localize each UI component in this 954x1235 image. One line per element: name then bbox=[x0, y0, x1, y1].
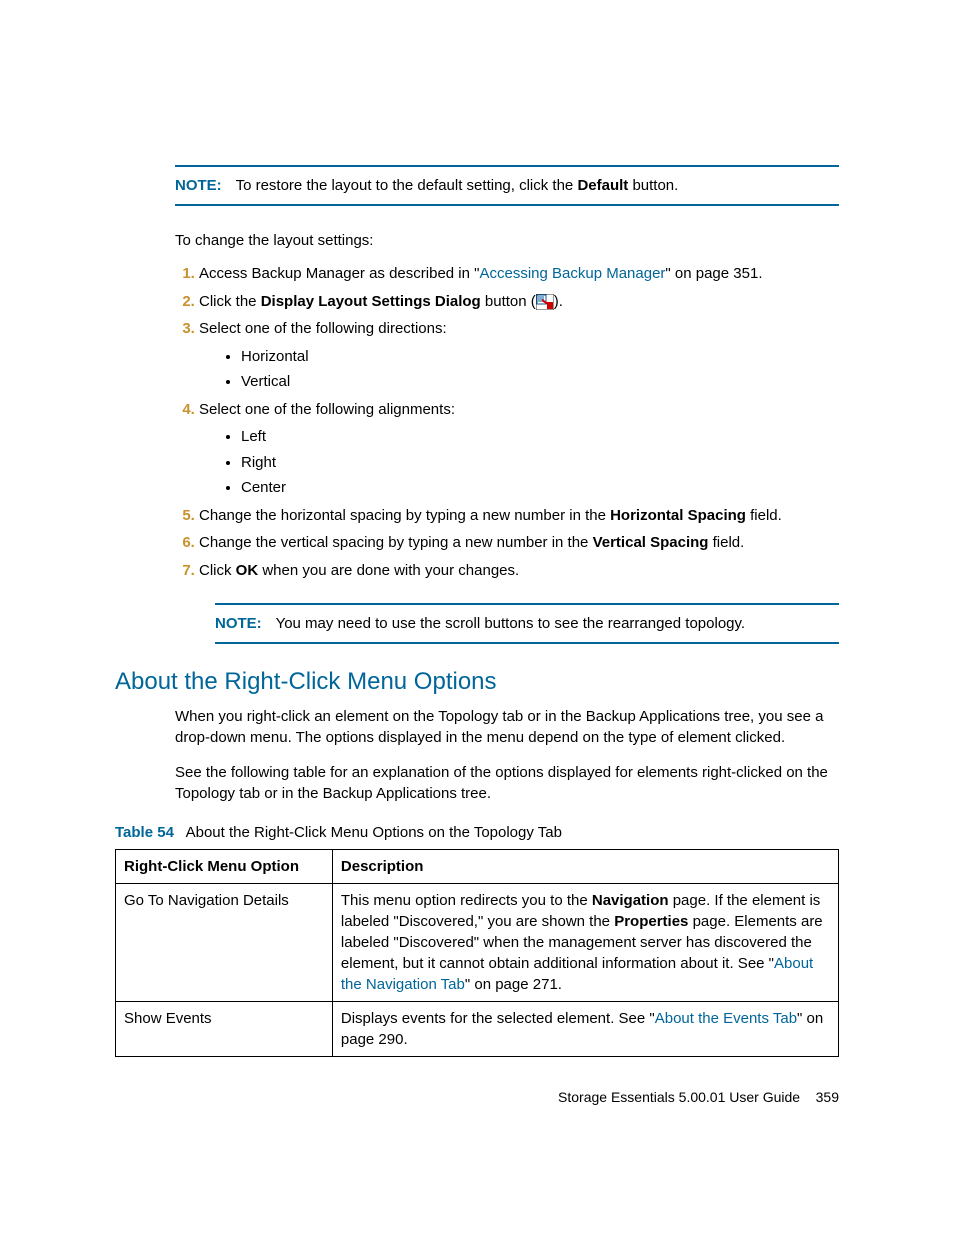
table-caption-label: Table 54 bbox=[115, 824, 174, 841]
table-caption-text: About the Right-Click Menu Options on th… bbox=[186, 824, 562, 841]
desc-bold: Navigation bbox=[592, 892, 669, 909]
footer-text: Storage Essentials 5.00.01 User Guide bbox=[558, 1089, 800, 1105]
step-3: Select one of the following directions: … bbox=[199, 316, 839, 395]
step-bold: Horizontal Spacing bbox=[610, 507, 746, 524]
step-text: ). bbox=[554, 293, 563, 310]
step-7: Click OK when you are done with your cha… bbox=[199, 558, 839, 584]
step-bold: OK bbox=[236, 562, 259, 579]
table-header-row: Right-Click Menu Option Description bbox=[116, 850, 839, 884]
document-page: NOTE: To restore the layout to the defau… bbox=[0, 0, 954, 1235]
bullet-list: Left Right Center bbox=[223, 424, 839, 501]
section-heading: About the Right-Click Menu Options bbox=[115, 668, 839, 696]
table-header-option: Right-Click Menu Option bbox=[116, 850, 333, 884]
step-text: Select one of the following directions: bbox=[199, 320, 447, 337]
table-cell-option: Show Events bbox=[116, 1002, 333, 1057]
link-about-events-tab[interactable]: About the Events Tab bbox=[655, 1010, 797, 1027]
step-text: Change the horizontal spacing by typing … bbox=[199, 507, 610, 524]
desc-bold: Properties bbox=[614, 913, 688, 930]
intro-text: To change the layout settings: bbox=[175, 230, 839, 251]
step-text: Click bbox=[199, 562, 236, 579]
note-label: NOTE: bbox=[175, 177, 222, 194]
table-cell-description: Displays events for the selected element… bbox=[332, 1002, 838, 1057]
page-number: 359 bbox=[816, 1089, 839, 1105]
step-text: field. bbox=[708, 534, 744, 551]
link-accessing-backup-manager[interactable]: Accessing Backup Manager bbox=[479, 265, 665, 282]
table-caption: Table 54 About the Right-Click Menu Opti… bbox=[115, 822, 839, 843]
bullet-list: Horizontal Vertical bbox=[223, 344, 839, 395]
bullet-item: Vertical bbox=[241, 369, 839, 395]
table-row: Show Events Displays events for the sele… bbox=[116, 1002, 839, 1057]
desc-text: " on page 271. bbox=[465, 976, 562, 993]
step-text: button ( bbox=[481, 293, 536, 310]
note-label: NOTE: bbox=[215, 615, 262, 632]
step-5: Change the horizontal spacing by typing … bbox=[199, 503, 839, 529]
body-paragraph: When you right-click an element on the T… bbox=[175, 706, 839, 748]
page-footer: Storage Essentials 5.00.01 User Guide 35… bbox=[558, 1089, 839, 1105]
step-text: Change the vertical spacing by typing a … bbox=[199, 534, 593, 551]
display-layout-settings-dialog-icon bbox=[536, 294, 554, 310]
step-text: " on page 351. bbox=[665, 265, 762, 282]
note-text: You may need to use the scroll buttons t… bbox=[276, 615, 745, 632]
note-box-1: NOTE: To restore the layout to the defau… bbox=[175, 165, 839, 206]
options-table: Right-Click Menu Option Description Go T… bbox=[115, 849, 839, 1057]
step-bold: Display Layout Settings Dialog bbox=[261, 293, 481, 310]
bullet-item: Center bbox=[241, 475, 839, 501]
note-bold: Default bbox=[577, 177, 628, 194]
step-text: Click the bbox=[199, 293, 261, 310]
steps-list: Access Backup Manager as described in "A… bbox=[175, 261, 839, 583]
table-cell-description: This menu option redirects you to the Na… bbox=[332, 884, 838, 1002]
step-text: Access Backup Manager as described in " bbox=[199, 265, 479, 282]
step-text: field. bbox=[746, 507, 782, 524]
bullet-item: Right bbox=[241, 450, 839, 476]
bullet-item: Left bbox=[241, 424, 839, 450]
step-2: Click the Display Layout Settings Dialog… bbox=[199, 289, 839, 315]
desc-text: Displays events for the selected element… bbox=[341, 1010, 655, 1027]
note-text: To restore the layout to the default set… bbox=[236, 177, 578, 194]
table-cell-option: Go To Navigation Details bbox=[116, 884, 333, 1002]
step-bold: Vertical Spacing bbox=[593, 534, 709, 551]
bullet-item: Horizontal bbox=[241, 344, 839, 370]
table-header-description: Description bbox=[332, 850, 838, 884]
step-1: Access Backup Manager as described in "A… bbox=[199, 261, 839, 287]
table-row: Go To Navigation Details This menu optio… bbox=[116, 884, 839, 1002]
step-4: Select one of the following alignments: … bbox=[199, 397, 839, 501]
body-paragraph: See the following table for an explanati… bbox=[175, 762, 839, 804]
note-text: button. bbox=[628, 177, 678, 194]
step-text: Select one of the following alignments: bbox=[199, 401, 455, 418]
desc-text: This menu option redirects you to the bbox=[341, 892, 592, 909]
note-box-2: NOTE: You may need to use the scroll but… bbox=[215, 603, 839, 644]
step-6: Change the vertical spacing by typing a … bbox=[199, 530, 839, 556]
step-text: when you are done with your changes. bbox=[258, 562, 519, 579]
